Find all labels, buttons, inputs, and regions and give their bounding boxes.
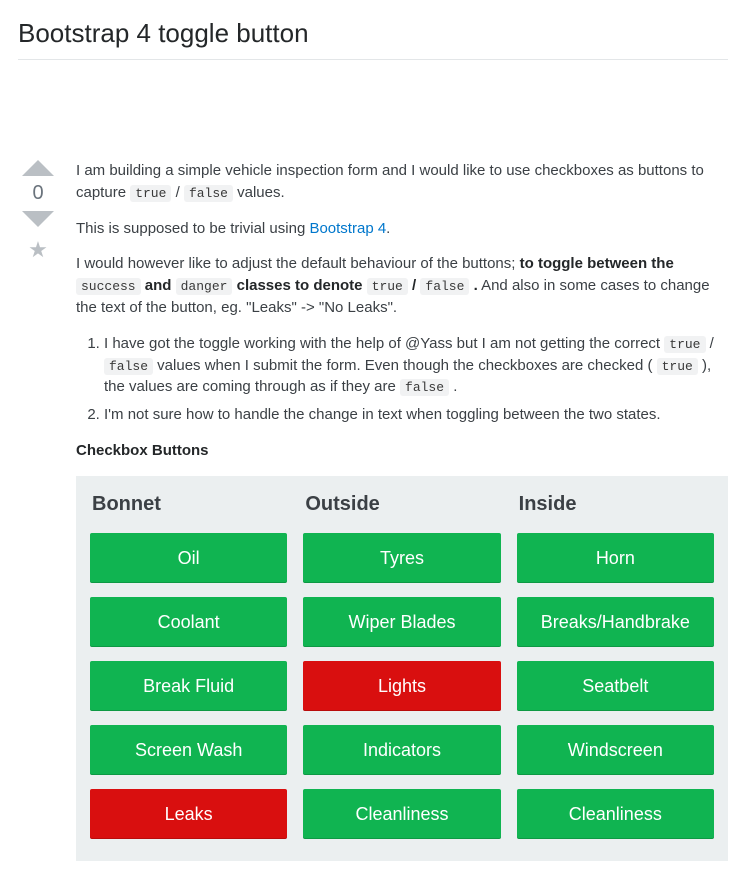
toggle-button[interactable]: Cleanliness bbox=[517, 789, 714, 839]
text: and bbox=[141, 277, 176, 294]
text: This is supposed to be trivial using bbox=[76, 220, 309, 237]
toggle-button[interactable]: Lights bbox=[303, 661, 500, 711]
toggle-button[interactable]: Leaks bbox=[90, 789, 287, 839]
toggle-button[interactable]: Horn bbox=[517, 533, 714, 583]
code-true: true bbox=[657, 358, 698, 375]
code-danger: danger bbox=[176, 278, 233, 295]
code-true: true bbox=[367, 278, 408, 295]
text: / bbox=[171, 184, 184, 201]
text: . bbox=[449, 378, 457, 395]
title-divider bbox=[18, 59, 728, 60]
toggle-button[interactable]: Break Fluid bbox=[90, 661, 287, 711]
toggle-button[interactable]: Wiper Blades bbox=[303, 597, 500, 647]
text: values. bbox=[233, 184, 285, 201]
toggle-button[interactable]: Screen Wash bbox=[90, 725, 287, 775]
toggle-button[interactable]: Coolant bbox=[90, 597, 287, 647]
column-outside: Outside Tyres Wiper Blades Lights Indicators… bbox=[303, 490, 500, 853]
text: values when I submit the form. Even thou… bbox=[153, 357, 657, 374]
bootstrap-link[interactable]: Bootstrap 4 bbox=[309, 220, 386, 237]
toggle-button[interactable]: Breaks/Handbrake bbox=[517, 597, 714, 647]
text: / bbox=[408, 277, 421, 294]
column-bonnet: Bonnet Oil Coolant Break Fluid Screen Wash Le… bbox=[90, 490, 287, 853]
code-false: false bbox=[420, 278, 469, 295]
list-item: I'm not sure how to handle the change in… bbox=[104, 404, 728, 426]
ordered-list: I have got the toggle working with the h… bbox=[76, 333, 728, 426]
vote-score: 0 bbox=[32, 182, 43, 205]
toggle-button[interactable]: Seatbelt bbox=[517, 661, 714, 711]
column-title: Inside bbox=[519, 490, 714, 519]
code-true: true bbox=[664, 336, 705, 353]
text: I would however like to adjust the defau… bbox=[76, 255, 520, 272]
text: . bbox=[469, 277, 477, 294]
page-title: Bootstrap 4 toggle button bbox=[18, 18, 728, 49]
favorite-icon[interactable]: ★ bbox=[28, 237, 48, 263]
text: . bbox=[386, 220, 390, 237]
column-title: Bonnet bbox=[92, 490, 287, 519]
toggle-button[interactable]: Cleanliness bbox=[303, 789, 500, 839]
vote-column: 0 ★ bbox=[18, 160, 58, 861]
toggle-button[interactable]: Windscreen bbox=[517, 725, 714, 775]
text: classes to denote bbox=[232, 277, 366, 294]
code-success: success bbox=[76, 278, 141, 295]
column-inside: Inside Horn Breaks/Handbrake Seatbelt Windsc… bbox=[517, 490, 714, 853]
subheading: Checkbox Buttons bbox=[76, 440, 728, 462]
column-title: Outside bbox=[305, 490, 500, 519]
text: I have got the toggle working with the h… bbox=[104, 335, 664, 352]
toggle-button[interactable]: Tyres bbox=[303, 533, 500, 583]
text: to toggle between the bbox=[520, 255, 674, 272]
checkbox-panel: Bonnet Oil Coolant Break Fluid Screen Wash Le… bbox=[76, 476, 728, 861]
text: / bbox=[706, 335, 714, 352]
code-false: false bbox=[184, 185, 233, 202]
toggle-button[interactable]: Indicators bbox=[303, 725, 500, 775]
post-body: I am building a simple vehicle inspectio… bbox=[76, 160, 728, 861]
downvote-icon[interactable] bbox=[22, 211, 54, 227]
toggle-button[interactable]: Oil bbox=[90, 533, 287, 583]
list-item: I have got the toggle working with the h… bbox=[104, 333, 728, 399]
upvote-icon[interactable] bbox=[22, 160, 54, 176]
code-true: true bbox=[130, 185, 171, 202]
code-false: false bbox=[104, 358, 153, 375]
code-false: false bbox=[400, 379, 449, 396]
